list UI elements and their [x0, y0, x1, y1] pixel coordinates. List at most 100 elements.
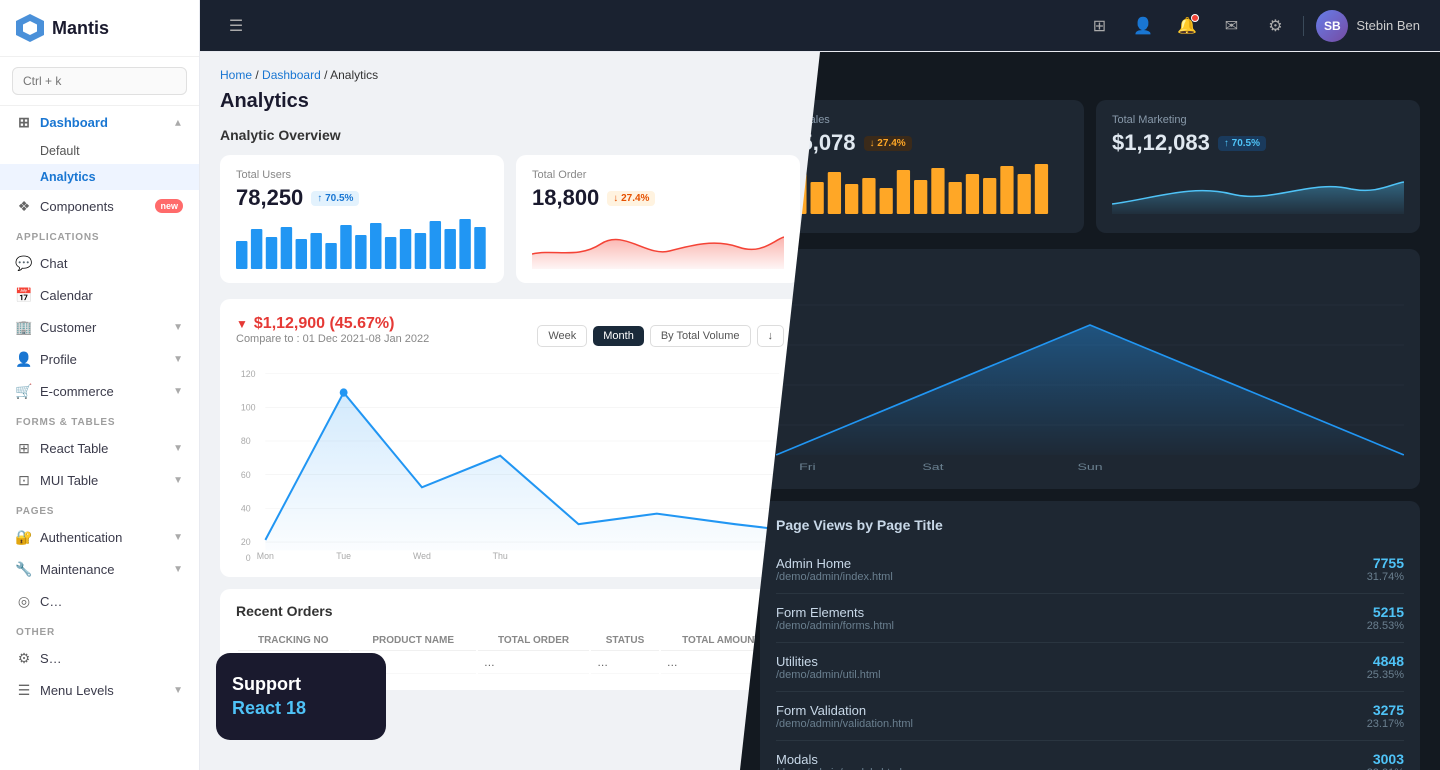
- income-overview-card: ▼ $1,12,900 (45.67%) Compare to : 01 Dec…: [220, 299, 800, 577]
- sidebar-item-react-table[interactable]: ⊞ React Table ▼: [0, 432, 199, 464]
- sidebar-item-components-label: Components: [40, 199, 114, 214]
- sidebar-item-settings-label: S…: [40, 651, 62, 666]
- other-section: Other: [0, 617, 199, 642]
- content-area: Home / Dashboard / Analytics Analytics A…: [200, 52, 1440, 770]
- components-badge: new: [155, 199, 183, 213]
- apps-icon[interactable]: ⊞: [1083, 10, 1115, 42]
- total-users-label: Total Users: [236, 169, 488, 181]
- income-compare: Compare to : 01 Dec 2021-08 Jan 2022: [236, 333, 429, 345]
- main-area: ☰ ⊞ 👤 🔔 ✉ ⚙ SB Stebin Ben Home / Dashb: [200, 0, 1440, 770]
- total-marketing-value: $1,12,083 ↑ 70.5%: [1112, 130, 1404, 156]
- user-avatar: SB: [1316, 10, 1348, 42]
- week-button[interactable]: Week: [537, 325, 587, 347]
- total-sales-label: Total Sales: [776, 114, 1068, 126]
- menu-levels-chevron: ▼: [173, 685, 183, 696]
- month-button[interactable]: Month: [593, 326, 644, 346]
- sidebar-item-chat-label: Chat: [40, 256, 67, 271]
- dark-stat-card-marketing: Total Marketing $1,12,083 ↑ 70.5%: [1096, 100, 1420, 233]
- sidebar-item-components[interactable]: ❖ Components new: [0, 190, 199, 222]
- sidebar-item-maintenance[interactable]: 🔧 Maintenance ▼: [0, 553, 199, 585]
- sidebar-sub-default[interactable]: Default: [0, 138, 199, 164]
- sidebar-item-mui-table-label: MUI Table: [40, 473, 98, 488]
- sidebar-item-ecommerce[interactable]: 🛒 E-commerce ▼: [0, 375, 199, 407]
- total-marketing-label: Total Marketing: [1112, 114, 1404, 126]
- breadcrumb-dashboard[interactable]: Dashboard: [262, 68, 321, 82]
- download-button[interactable]: ↓: [757, 325, 785, 347]
- income-value: ▼ $1,12,900 (45.67%): [236, 315, 429, 333]
- chat-icon: 💬: [16, 255, 32, 271]
- analytic-overview-title: Analytic Overview: [220, 127, 800, 143]
- sidebar-sub-analytics[interactable]: Analytics: [0, 164, 199, 190]
- col-status: STATUS: [591, 631, 659, 651]
- sidebar-item-maintenance-label: Maintenance: [40, 562, 114, 577]
- income-line-chart: 120 100 80 60 40 20 0: [236, 361, 784, 561]
- total-marketing-badge: ↑ 70.5%: [1218, 136, 1266, 151]
- sidebar-item-dashboard[interactable]: ⊞ Dashboard ▼: [0, 106, 199, 138]
- sidebar-item-profile[interactable]: 👤 Profile ▼: [0, 343, 199, 375]
- page-view-item-2: Form Elements /demo/admin/forms.html 521…: [776, 594, 1404, 643]
- col-total-order: TOTAL ORDER: [478, 631, 589, 651]
- stat-card-total-users: Total Users 78,250 ↑ 70.5%: [220, 155, 504, 283]
- sidebar-item-authentication[interactable]: 🔐 Authentication ▼: [0, 521, 199, 553]
- sidebar-item-other1[interactable]: ◎ C…: [0, 585, 199, 617]
- calendar-icon: 📅: [16, 287, 32, 303]
- page-view-item-5: Modals /demo/admin/modals.html 3003 22.2…: [776, 741, 1404, 770]
- svg-text:Thu: Thu: [493, 551, 508, 561]
- sidebar-item-calendar[interactable]: 📅 Calendar: [0, 279, 199, 311]
- total-marketing-chart: [1112, 164, 1404, 219]
- recent-orders-title: Recent Orders: [236, 603, 784, 619]
- other1-icon: ◎: [16, 593, 32, 609]
- breadcrumb-home[interactable]: Home: [220, 68, 252, 82]
- page-title: Analytics: [220, 90, 800, 113]
- volume-button[interactable]: By Total Volume: [650, 325, 751, 347]
- sidebar-item-mui-table[interactable]: ⊡ MUI Table ▼: [0, 464, 199, 496]
- income-overview-header: ▼ $1,12,900 (45.67%) Compare to : 01 Dec…: [236, 315, 784, 357]
- page-view-item-3: Utilities /demo/admin/util.html 4848 25.…: [776, 643, 1404, 692]
- svg-text:Mon: Mon: [257, 551, 274, 561]
- profile-topbar-icon[interactable]: 👤: [1127, 10, 1159, 42]
- mantis-logo-icon: [16, 14, 44, 42]
- support-popup-text: Support React 18: [232, 673, 370, 720]
- notification-icon[interactable]: 🔔: [1171, 10, 1203, 42]
- user-profile-button[interactable]: SB Stebin Ben: [1316, 10, 1420, 42]
- customer-chevron: ▼: [173, 322, 183, 333]
- menu-levels-icon: ☰: [16, 682, 32, 698]
- topbar: ☰ ⊞ 👤 🔔 ✉ ⚙ SB Stebin Ben: [200, 0, 1440, 52]
- stat-card-total-order: Total Order 18,800 ↓ 27.4%: [516, 155, 800, 283]
- dark-income-chart: Fri Sat Sun: [760, 249, 1420, 489]
- page-views-card: Page Views by Page Title Admin Home /dem…: [760, 501, 1420, 770]
- react-table-icon: ⊞: [16, 440, 32, 456]
- menu-toggle-icon[interactable]: ☰: [220, 10, 252, 42]
- sidebar-item-calendar-label: Calendar: [40, 288, 93, 303]
- sidebar-item-other1-label: C…: [40, 594, 62, 609]
- maintenance-chevron: ▼: [173, 564, 183, 575]
- components-icon: ❖: [16, 198, 32, 214]
- svg-text:80: 80: [241, 436, 251, 446]
- total-order-label: Total Order: [532, 169, 784, 181]
- col-product: PRODUCT NAME: [351, 631, 476, 651]
- settings-sidebar-icon: ⚙: [16, 650, 32, 666]
- sidebar-item-customer[interactable]: 🏢 Customer ▼: [0, 311, 199, 343]
- support-popup[interactable]: Support React 18: [216, 653, 386, 740]
- profile-chevron: ▼: [173, 354, 183, 365]
- sidebar-item-chat[interactable]: 💬 Chat: [0, 247, 199, 279]
- total-users-badge: ↑ 70.5%: [311, 191, 359, 206]
- customer-icon: 🏢: [16, 319, 32, 335]
- react-table-chevron: ▼: [173, 443, 183, 454]
- sidebar-logo[interactable]: Mantis: [0, 0, 199, 57]
- forms-section: Forms & Tables: [0, 407, 199, 432]
- page-view-item-4: Form Validation /demo/admin/validation.h…: [776, 692, 1404, 741]
- sidebar-item-profile-label: Profile: [40, 352, 77, 367]
- topbar-divider: [1303, 16, 1304, 36]
- svg-text:40: 40: [241, 503, 251, 513]
- sidebar-item-customer-label: Customer: [40, 320, 96, 335]
- svg-text:20: 20: [241, 537, 251, 547]
- search-input[interactable]: [12, 67, 187, 95]
- profile-icon: 👤: [16, 351, 32, 367]
- sidebar-item-menu-levels[interactable]: ☰ Menu Levels ▼: [0, 674, 199, 706]
- gear-icon[interactable]: ⚙: [1259, 10, 1291, 42]
- sidebar-item-settings[interactable]: ⚙ S…: [0, 642, 199, 674]
- dark-stat-cards: Total Sales $35,078 ↓ 27.4%: [760, 100, 1420, 233]
- mail-icon[interactable]: ✉: [1215, 10, 1247, 42]
- col-tracking: TRACKING NO: [238, 631, 349, 651]
